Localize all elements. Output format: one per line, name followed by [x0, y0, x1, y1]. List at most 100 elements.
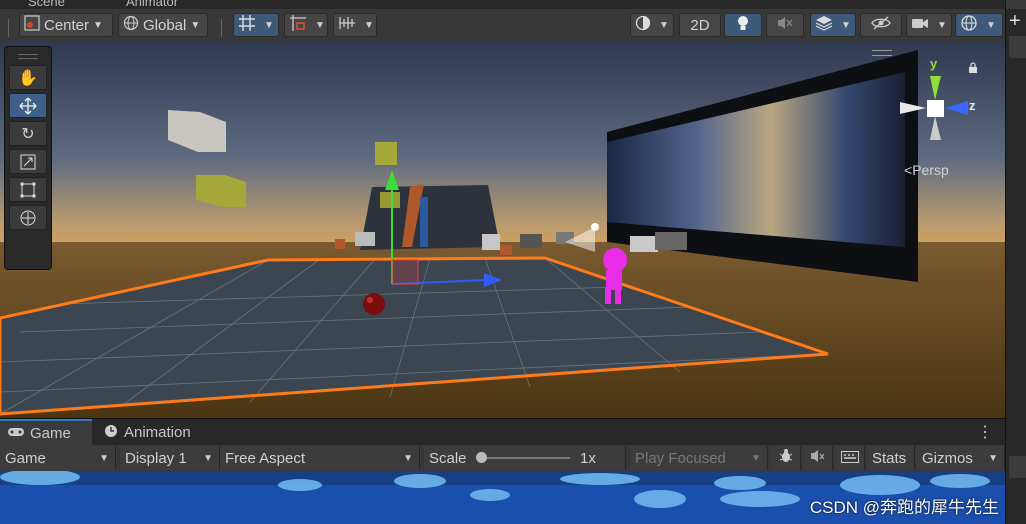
gizmo-icon — [960, 14, 978, 36]
rotate-tool-button[interactable]: ↻ — [9, 121, 47, 146]
stats-button[interactable]: Stats — [867, 446, 915, 470]
mute-audio-button[interactable] — [803, 446, 833, 470]
shading-icon — [635, 15, 651, 35]
projection-label: Persp — [912, 162, 949, 178]
scale-icon — [20, 154, 36, 174]
light-icon — [735, 14, 751, 36]
chevron-down-icon: ▼ — [988, 452, 998, 464]
chevron-down-icon: ▼ — [93, 19, 103, 31]
play-mode-dropdown[interactable]: Play Focused ▼ — [630, 446, 768, 470]
visibility-icon — [871, 16, 891, 34]
aspect-dropdown[interactable]: Free Aspect ▼ — [220, 446, 420, 470]
hand-icon: ✋ — [18, 70, 38, 87]
debug-button[interactable] — [771, 446, 801, 470]
game-panel-header: Game Animation ⋮ — [0, 418, 1005, 446]
clock-icon — [104, 424, 118, 442]
scale-label: Scale — [429, 449, 467, 467]
pivot-icon — [24, 15, 40, 35]
game-tab-icon — [8, 425, 24, 442]
toggle-2d-label: 2D — [690, 16, 710, 34]
chevron-down-icon: ▼ — [751, 452, 761, 464]
bug-icon — [778, 448, 794, 468]
chevron-down-icon: ▼ — [264, 19, 274, 31]
rect-icon — [20, 182, 36, 202]
ruler-icon — [338, 14, 356, 36]
grid-snap-icon — [238, 14, 256, 36]
chevron-down-icon: ▼ — [937, 19, 947, 31]
rect-tool-button[interactable] — [9, 177, 47, 202]
move-tool-button[interactable] — [9, 93, 47, 118]
chevron-down-icon: ▼ — [99, 452, 109, 464]
tab-scene[interactable]: Scene — [28, 0, 65, 9]
snap-increment-icon — [289, 14, 307, 36]
move-icon — [19, 97, 37, 119]
more-menu-icon[interactable]: ⋮ — [977, 422, 993, 442]
scene-visibility-toggle[interactable] — [860, 13, 902, 37]
grid-icon — [840, 450, 859, 467]
aspect-label: Free Aspect — [225, 449, 306, 467]
tab-game[interactable]: Game — [0, 419, 92, 446]
transform-tool-button[interactable] — [9, 205, 47, 230]
game-viewport[interactable]: CSDN @奔跑的犀牛先生 — [0, 471, 1005, 524]
scene-toolbar: Center ▼ Global ▼ ▼ ▼ ▼ ▼ 2D ▼ ▼ ▼ — [0, 9, 1005, 43]
toggle-2d-button[interactable]: 2D — [679, 13, 721, 37]
gizmo-axis-z[interactable]: z — [969, 98, 976, 113]
right-side-panel: + — [1005, 0, 1026, 524]
gizmos-game-dropdown[interactable]: Gizmos ▼ — [917, 446, 1005, 470]
globe-icon — [123, 15, 139, 35]
grid-snap-toggle[interactable]: ▼ — [233, 13, 279, 37]
chevron-down-icon: ▼ — [190, 19, 201, 31]
ruler-snap-toggle[interactable]: ▼ — [333, 13, 377, 37]
gizmos-label: Gizmos — [922, 449, 973, 467]
space-label: Global — [143, 16, 187, 34]
scene-viewport[interactable]: y z <Persp ✋ ↻ — [0, 42, 1005, 418]
shortcuts-button[interactable] — [835, 446, 865, 470]
add-icon[interactable]: + — [1009, 10, 1021, 33]
draw-mode-dropdown[interactable]: ▼ — [630, 13, 674, 37]
effects-dropdown[interactable]: ▼ — [810, 13, 856, 37]
rotate-icon: ↻ — [21, 126, 35, 143]
game-toolbar: Game ▼ Display 1 ▼ Free Aspect ▼ Scale 1… — [0, 445, 1005, 472]
camera-settings-dropdown[interactable]: ▼ — [906, 13, 952, 37]
tab-animation-label: Animation — [124, 424, 191, 441]
scene-render — [0, 42, 1005, 418]
display-dropdown[interactable]: Display 1 ▼ — [120, 446, 220, 470]
game-mode-dropdown[interactable]: Game ▼ — [0, 446, 116, 470]
palette-grip[interactable] — [18, 54, 38, 59]
tab-animation[interactable]: Animation — [96, 419, 199, 446]
chevron-left-icon: < — [904, 162, 913, 178]
scale-slider-track[interactable] — [480, 457, 570, 459]
projection-toggle[interactable]: <Persp — [904, 162, 949, 178]
chevron-down-icon: ▼ — [841, 19, 851, 31]
pivot-mode-dropdown[interactable]: Center ▼ — [19, 13, 113, 37]
chevron-down-icon: ▼ — [315, 19, 325, 31]
hand-tool-button[interactable]: ✋ — [9, 65, 47, 90]
chevron-down-icon: ▼ — [986, 19, 996, 31]
play-mode-label: Play Focused — [635, 449, 726, 467]
tool-palette: ✋ ↻ — [4, 46, 52, 270]
gizmos-dropdown[interactable]: ▼ — [955, 13, 1003, 37]
game-mode-label: Game — [5, 449, 46, 467]
space-mode-dropdown[interactable]: Global ▼ — [118, 13, 208, 37]
pivot-label: Center — [44, 16, 90, 34]
scale-tool-button[interactable] — [9, 149, 47, 174]
chevron-down-icon: ▼ — [203, 452, 213, 464]
display-label: Display 1 — [125, 449, 187, 467]
audio-toggle[interactable] — [766, 13, 804, 37]
scale-value: 1x — [580, 449, 596, 467]
window-tab-strip: Scene Animator — [0, 0, 1005, 9]
lighting-toggle[interactable] — [724, 13, 762, 37]
camera-icon — [911, 16, 929, 34]
transform-icon — [19, 210, 37, 231]
chevron-down-icon: ▼ — [364, 19, 374, 31]
stats-label: Stats — [872, 449, 907, 467]
lock-icon[interactable] — [968, 62, 978, 77]
audio-mute-icon — [776, 15, 794, 35]
increment-snap-toggle[interactable]: ▼ — [284, 13, 328, 37]
gizmo-axis-y[interactable]: y — [930, 56, 937, 71]
effects-icon — [815, 15, 833, 35]
scale-slider-thumb[interactable] — [476, 452, 487, 463]
tab-animator[interactable]: Animator — [126, 0, 178, 9]
watermark: CSDN @奔跑的犀牛先生 — [809, 498, 999, 517]
overlay-grip[interactable] — [872, 50, 892, 56]
